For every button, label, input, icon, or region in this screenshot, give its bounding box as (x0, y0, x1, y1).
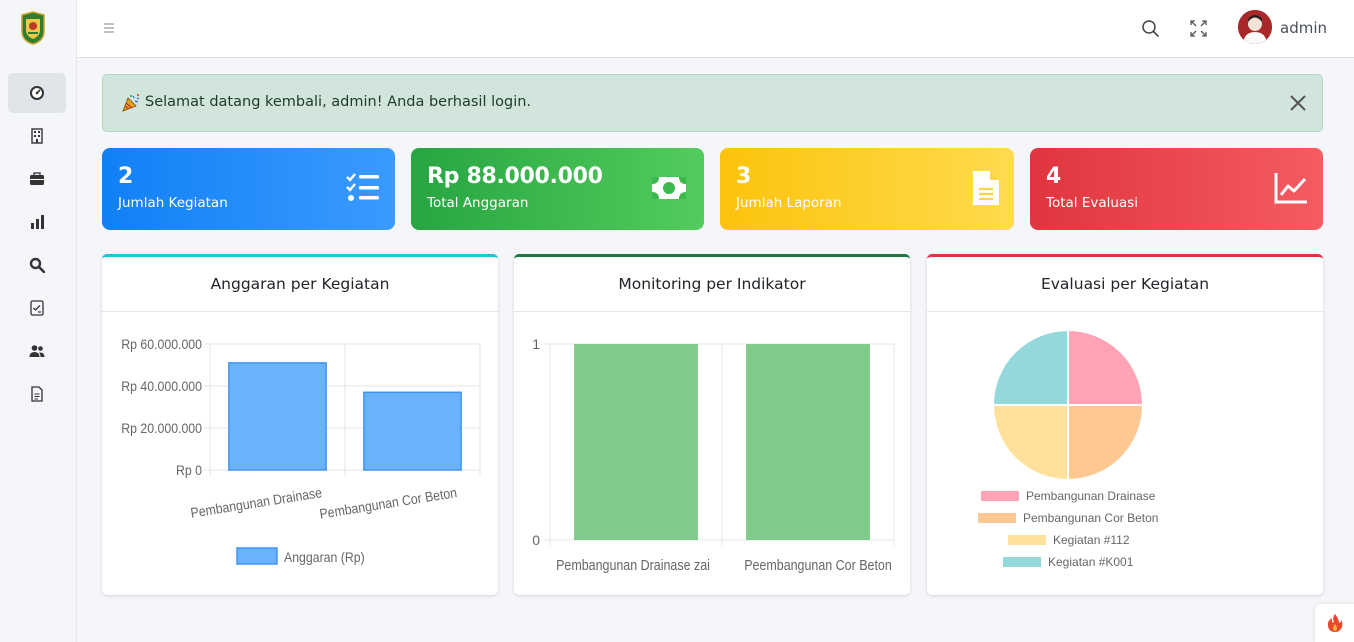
checklist-icon (30, 300, 44, 316)
legend-swatch (981, 491, 1019, 501)
search-icon (29, 257, 45, 273)
y-tick-label: Rp 20.000.000 (121, 420, 202, 436)
sidebar-item-kegiatan[interactable] (8, 116, 66, 156)
sidebar-item-laporan[interactable] (8, 374, 66, 414)
stat-value: 2 (118, 164, 134, 189)
y-tick-label: 0 (532, 532, 540, 548)
party-popper-icon (122, 94, 140, 112)
building-icon (31, 128, 43, 144)
stat-jumlah-kegiatan: 2 Jumlah Kegiatan (102, 148, 395, 230)
pie-slice (1067, 328, 1145, 406)
card-evaluasi-per-kegiatan: Evaluasi per Kegiatan Pembangunan Draina… (927, 254, 1323, 595)
card-title: Anggaran per Kegiatan (102, 257, 498, 312)
pie-slice (1067, 404, 1145, 482)
sidebar-item-users[interactable] (8, 331, 66, 371)
legend-swatch (978, 513, 1016, 523)
legend-label: Kegiatan #112 (1053, 533, 1130, 547)
bar (746, 344, 870, 540)
alert-message: Selamat datang kembali, admin! Anda berh… (145, 94, 532, 110)
x-tick-label: Pembangunan Drainase (189, 484, 323, 520)
stat-label: Total Anggaran (427, 195, 529, 211)
legend-label: Pembangunan Cor Beton (1023, 511, 1158, 525)
bar (228, 362, 327, 471)
card-monitoring-per-indikator: Monitoring per Indikator 0 1 Pembangunan D… (514, 254, 910, 595)
legend-swatch (1008, 535, 1046, 545)
hamburger-menu-icon[interactable] (103, 22, 115, 34)
stat-value: 4 (1046, 164, 1062, 189)
user-avatar-icon (1238, 10, 1272, 44)
evaluasi-pie-chart: Pembangunan Drainase Pembangunan Cor Beto… (978, 328, 1158, 569)
x-tick-label: Peembangunan Cor Beton (744, 557, 892, 573)
sidebar-item-monitoring[interactable] (8, 202, 66, 242)
avatar[interactable] (1238, 10, 1272, 44)
legend-swatch (1003, 557, 1041, 567)
legend-swatch (236, 547, 278, 565)
user-name[interactable]: admin (1280, 19, 1327, 37)
topbar: admin (77, 0, 1354, 58)
sidebar-item-checklist[interactable] (8, 288, 66, 328)
card-title: Evaluasi per Kegiatan (927, 257, 1323, 312)
welcome-alert: Selamat datang kembali, admin! Anda berh… (102, 74, 1323, 132)
stat-value: 3 (736, 164, 752, 189)
list-check-icon (346, 173, 379, 201)
money-bill-icon (652, 177, 686, 199)
y-tick-label: Rp 60.000.000 (121, 336, 202, 352)
regency-logo[interactable] (19, 11, 47, 45)
anggaran-bar-chart: Rp 0 Rp 20.000.000 Rp 40.000.000 Rp 60.000.… (121, 336, 481, 565)
briefcase-icon (30, 172, 44, 185)
card-title: Monitoring per Indikator (514, 257, 910, 312)
stat-label: Jumlah Laporan (736, 195, 842, 211)
x-tick-label: Pembangunan Cor Beton (318, 484, 458, 521)
chart-line-icon (1274, 173, 1307, 204)
sidebar-item-evaluasi[interactable] (8, 245, 66, 285)
legend-label: Pembangunan Drainase (1026, 489, 1156, 503)
bar (363, 391, 462, 471)
card-anggaran-per-kegiatan: Anggaran per Kegiatan Rp 0 Rp 20.000.000 R… (102, 254, 498, 595)
document-icon (31, 386, 43, 402)
bar-chart-icon (31, 215, 44, 229)
y-tick-label: Rp 0 (176, 462, 202, 478)
stat-value: Rp 88.000.000 (427, 164, 603, 189)
legend-label: Kegiatan #K001 (1048, 555, 1134, 569)
sidebar-item-anggaran[interactable] (8, 159, 66, 199)
y-tick-label: Rp 40.000.000 (121, 378, 202, 394)
sidebar (0, 0, 77, 642)
monitoring-bar-chart: 0 1 Pembangunan Drainase zai Peembangunan C… (532, 336, 895, 573)
file-icon (973, 171, 999, 205)
pie-slice (991, 404, 1069, 482)
users-icon (29, 345, 45, 357)
x-tick-label: Pembangunan Drainase zai (556, 557, 710, 573)
flame-button[interactable] (1315, 604, 1354, 642)
flame-icon (1327, 614, 1342, 632)
stat-total-anggaran: Rp 88.000.000 Total Anggaran (411, 148, 704, 230)
legend-label: Anggaran (Rp) (284, 549, 365, 565)
fullscreen-icon[interactable] (1189, 19, 1208, 38)
stat-label: Jumlah Kegiatan (118, 195, 228, 211)
stat-label: Total Evaluasi (1046, 195, 1138, 211)
close-icon[interactable] (1289, 94, 1307, 112)
dashboard-gauge-icon (30, 86, 44, 100)
y-tick-label: 1 (532, 336, 540, 352)
pie-slice (991, 328, 1069, 406)
search-icon[interactable] (1141, 19, 1160, 38)
stat-total-evaluasi: 4 Total Evaluasi (1030, 148, 1323, 230)
bar (574, 344, 698, 540)
stat-jumlah-laporan: 3 Jumlah Laporan (720, 148, 1014, 230)
sidebar-item-dashboard[interactable] (8, 73, 66, 113)
